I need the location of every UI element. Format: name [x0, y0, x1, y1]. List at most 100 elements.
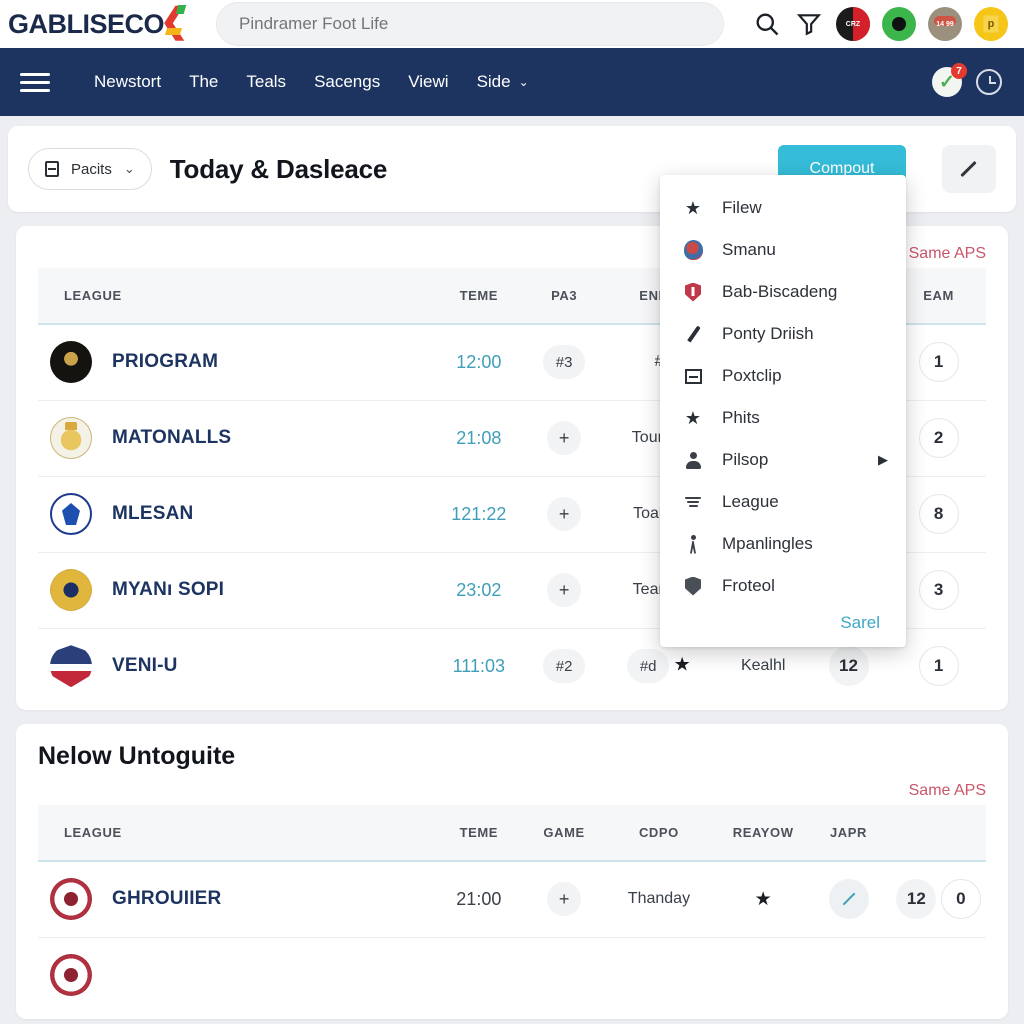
table-row[interactable]	[38, 937, 986, 1013]
club-crest-icon	[50, 569, 92, 611]
menu-item-label: Bab-Biscadeng	[722, 282, 838, 301]
chevron-down-icon: ⌄	[518, 75, 529, 89]
figure-icon	[682, 533, 704, 555]
top-bar: GABLISECO ❮ CRZ 14 99 p	[0, 0, 1024, 48]
col-teme: TEME	[426, 805, 531, 862]
brand-name: GABLISECO	[8, 8, 165, 39]
pencil-icon	[958, 158, 980, 180]
pacts-select-label: Pacits	[71, 160, 112, 178]
chip-badge[interactable]: #2	[543, 649, 586, 684]
star-icon: ★	[684, 407, 702, 428]
clock-icon[interactable]	[976, 69, 1002, 95]
avatar[interactable]	[882, 7, 916, 41]
club-crest-icon	[50, 417, 92, 459]
add-chip-button[interactable]: +	[547, 421, 582, 455]
menu-item-pilsop[interactable]: Pilsop ▶	[660, 439, 906, 481]
pencil-icon	[841, 891, 857, 907]
menu-item-mpanlingles[interactable]: Mpanlingles	[660, 523, 906, 565]
menu-item-phits[interactable]: ★ Phits	[660, 397, 906, 439]
rank-circle: 1	[918, 646, 959, 687]
funnel-icon[interactable]	[794, 9, 824, 39]
menu-footer-link[interactable]: Sarel	[840, 613, 880, 633]
table-row[interactable]: GHROUIӀER 21:00 + Thanday ★ 12 0	[38, 861, 986, 938]
rank-circle: 8	[918, 494, 959, 534]
add-chip-button[interactable]: +	[547, 573, 582, 607]
pacts-select[interactable]: Pacits ⌄	[28, 148, 152, 190]
row-text: Thanday	[627, 890, 691, 908]
col-japr: JAPR	[805, 805, 892, 862]
menu-item-filew[interactable]: ★ Filew	[660, 187, 906, 229]
col-pa3: PA3	[530, 268, 598, 325]
search-input[interactable]	[239, 14, 702, 34]
col-teme: TEME	[426, 268, 531, 325]
menu-item-smanu[interactable]: Smanu	[660, 229, 906, 271]
table-body-2: GHROUIӀER 21:00 + Thanday ★ 12 0	[38, 861, 986, 1013]
menu-item-bab-biscadeng[interactable]: Bab-Biscadeng	[660, 271, 906, 313]
nav-item-newstort[interactable]: Newstort	[80, 72, 175, 92]
team-name: MLESAN	[112, 503, 194, 524]
avatar[interactable]: CRZ	[836, 7, 870, 41]
add-chip-button[interactable]: +	[547, 882, 582, 917]
nav-item-viewi[interactable]: Viewi	[394, 72, 462, 92]
same-aps-link[interactable]: Same APS	[909, 245, 986, 263]
menu-item-ponty-driish[interactable]: Ponty Driish	[660, 313, 906, 355]
chip-badge-2[interactable]: #d	[627, 649, 670, 684]
menu-item-label: Poxtclip	[722, 366, 782, 385]
menu-item-label: Pilsop	[722, 450, 769, 469]
nav-label: Sacengs	[314, 72, 381, 91]
add-chip-button[interactable]: +	[547, 497, 582, 531]
menu-item-league[interactable]: League	[660, 481, 906, 523]
row-num: 12	[828, 646, 869, 687]
row-edit-button[interactable]	[828, 879, 869, 920]
pen-icon	[682, 323, 704, 345]
notifications-button[interactable]: ✓ 7	[932, 63, 967, 97]
col-league: LEAGUE	[38, 805, 427, 862]
main-nav: Newstort The Teals Sacengs Viewi Side ⌄ …	[0, 48, 1024, 116]
match-time: 23:02	[456, 579, 502, 600]
menu-item-label: Ponty Driish	[722, 324, 814, 343]
match-time: 21:00	[456, 888, 502, 909]
edit-button[interactable]	[942, 145, 996, 193]
matches-table-2: LEAGUE TEME GAME CDPO REAYOW JAPR GHROUI…	[38, 805, 986, 1013]
same-aps-link[interactable]: Same APS	[909, 782, 986, 800]
nav-item-sacengs[interactable]: Sacengs	[300, 72, 394, 92]
menu-item-poxtclip[interactable]: Poxtclip	[660, 355, 906, 397]
row-num: 12	[896, 879, 937, 920]
nav-item-the[interactable]: The	[175, 72, 232, 92]
col-reayow: REAYOW	[720, 805, 806, 862]
team-name: VENI-U	[112, 655, 178, 677]
app-root: GABLISECO ❮ CRZ 14 99 p	[0, 0, 1024, 1024]
rank-circle: 3	[918, 570, 959, 610]
rank-circle: 0	[940, 879, 981, 920]
menu-item-label: Smanu	[722, 240, 776, 259]
star-icon: ★	[684, 197, 702, 218]
star-icon[interactable]: ★	[674, 655, 691, 676]
frame-icon	[682, 365, 704, 387]
search-icon[interactable]	[752, 9, 782, 39]
brand-chevron-icon: ❮	[160, 2, 189, 40]
brand-logo[interactable]: GABLISECO ❮	[8, 2, 196, 40]
chevron-down-icon: ⌄	[123, 161, 135, 176]
context-dropdown-menu: ★ Filew Smanu Bab-Biscadeng Ponty Driish…	[660, 175, 906, 647]
match-time: 12:00	[456, 351, 502, 372]
menu-item-froteol[interactable]: Froteol	[660, 565, 906, 607]
section-nelow: Nelow Untoguite Same APS LEAGUE TEME GAM…	[16, 724, 1008, 1019]
match-time: 111:03	[452, 655, 506, 676]
star-icon[interactable]: ★	[755, 889, 772, 910]
avatar[interactable]: 14 99	[928, 7, 962, 41]
team-name: MATONALLS	[112, 427, 232, 448]
club-crest-icon	[50, 878, 92, 921]
chip-badge[interactable]: #3	[543, 345, 586, 380]
search-bar[interactable]	[216, 2, 725, 46]
rank-circle: 2	[918, 418, 959, 458]
team-name: PRIOGRAM	[112, 351, 219, 373]
hamburger-icon[interactable]	[20, 65, 54, 99]
top-icon-group: CRZ 14 99 p	[752, 7, 1008, 41]
section-toolbar: Same APS	[38, 777, 986, 805]
col-cdpo: CDPO	[597, 805, 721, 862]
avatar[interactable]: p	[974, 7, 1008, 41]
nav-label: Viewi	[408, 72, 449, 91]
nav-item-side[interactable]: Side ⌄	[463, 72, 543, 92]
nav-item-teals[interactable]: Teals	[232, 72, 300, 92]
col-blank	[891, 805, 986, 862]
